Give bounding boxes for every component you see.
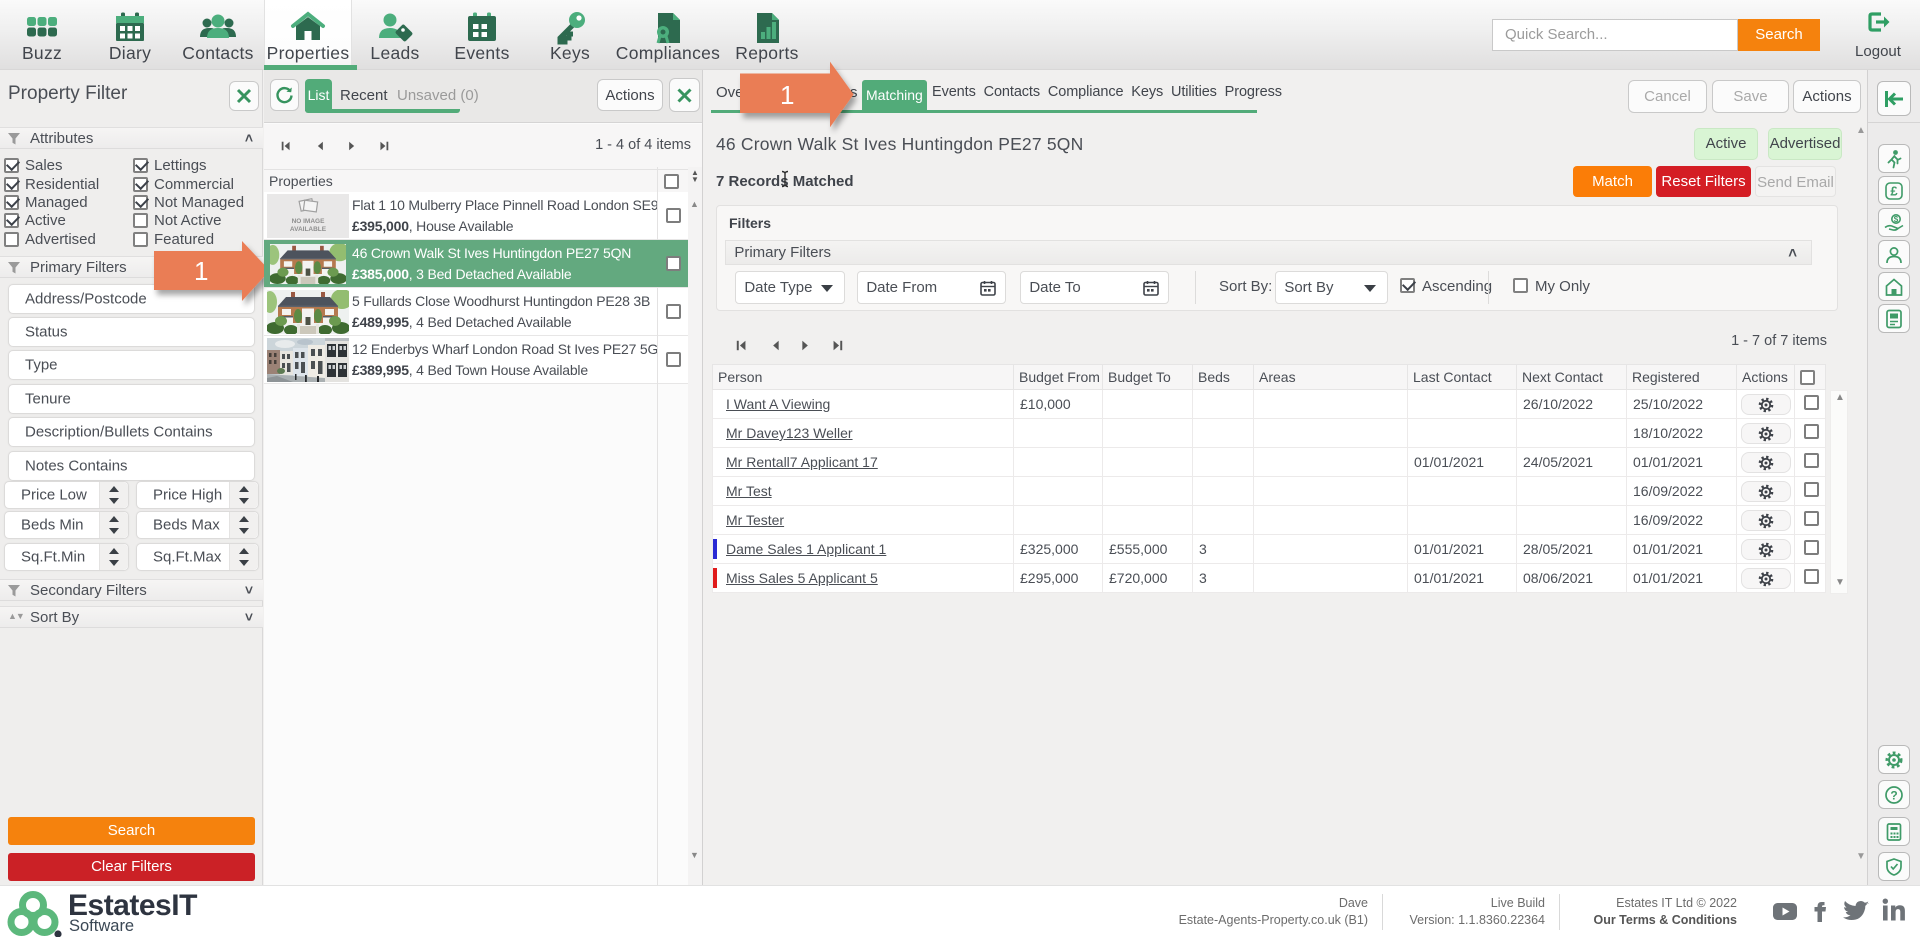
svg-text:AVAILABLE: AVAILABLE xyxy=(290,226,327,233)
svg-text:$: $ xyxy=(1894,215,1899,224)
svg-text:£: £ xyxy=(1890,183,1898,198)
svg-text:NO IMAGE: NO IMAGE xyxy=(292,218,326,225)
svg-text:?: ? xyxy=(1890,788,1897,802)
